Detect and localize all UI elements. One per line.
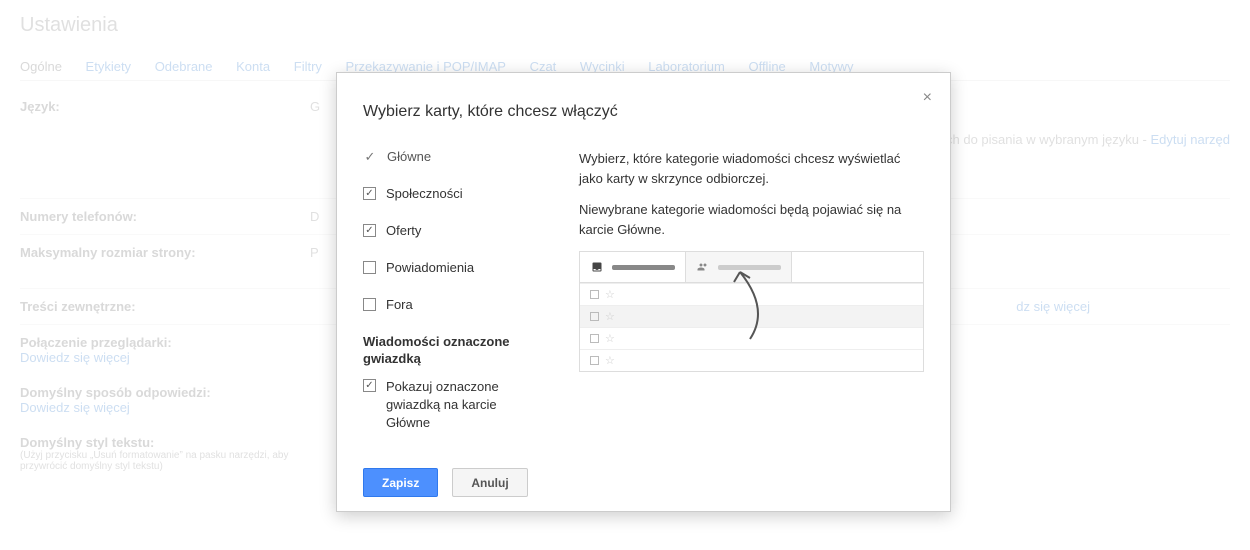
modal-right-column: Wybierz, które kategorie wiadomości chce… xyxy=(579,149,924,450)
save-button[interactable]: Zapisz xyxy=(363,468,438,497)
starred-option-label: Pokazuj oznaczone gwiazdką na karcie Głó… xyxy=(386,378,543,433)
preview-row: ☆ xyxy=(580,305,923,327)
starred-option[interactable]: Pokazuj oznaczone gwiazdką na karcie Głó… xyxy=(363,378,543,433)
cancel-button[interactable]: Anuluj xyxy=(452,468,527,497)
checkbox-promotions[interactable] xyxy=(363,224,376,237)
preview-row: ☆ xyxy=(580,327,923,349)
modal-desc-2: Niewybrane kategorie wiadomości będą poj… xyxy=(579,200,924,239)
preview-tab-active xyxy=(580,252,686,282)
inbox-icon xyxy=(590,261,604,273)
checkbox-social[interactable] xyxy=(363,187,376,200)
modal-title: Wybierz karty, które chcesz włączyć xyxy=(363,103,924,121)
checkmark-icon: ✓ xyxy=(363,150,377,164)
category-updates-label: Powiadomienia xyxy=(386,260,474,275)
modal-desc-1: Wybierz, które kategorie wiadomości chce… xyxy=(579,149,924,188)
modal-footer: Zapisz Anuluj xyxy=(363,468,924,497)
inbox-tabs-modal: × Wybierz karty, które chcesz włączyć ✓ … xyxy=(336,72,951,512)
category-forums-label: Fora xyxy=(386,297,413,312)
preview-tab-inactive xyxy=(686,252,792,282)
modal-left-column: ✓ Główne Społeczności Oferty Powiadomien… xyxy=(363,149,543,450)
checkbox-forums[interactable] xyxy=(363,298,376,311)
inbox-preview: ☆ ☆ ☆ ☆ xyxy=(579,251,924,372)
people-icon xyxy=(696,261,710,273)
starred-header: Wiadomości oznaczone gwiazdką xyxy=(363,334,543,368)
preview-row: ☆ xyxy=(580,349,923,371)
category-primary-label: Główne xyxy=(387,149,431,164)
checkbox-updates[interactable] xyxy=(363,261,376,274)
close-icon[interactable]: × xyxy=(923,89,932,107)
category-updates[interactable]: Powiadomienia xyxy=(363,260,543,275)
preview-tab-bar xyxy=(612,265,675,270)
category-promotions[interactable]: Oferty xyxy=(363,223,543,238)
category-forums[interactable]: Fora xyxy=(363,297,543,312)
checkbox-starred[interactable] xyxy=(363,379,376,392)
category-social[interactable]: Społeczności xyxy=(363,186,543,201)
preview-row: ☆ xyxy=(580,283,923,305)
category-social-label: Społeczności xyxy=(386,186,463,201)
preview-tab-bar xyxy=(718,265,781,270)
category-primary: ✓ Główne xyxy=(363,149,543,164)
category-promotions-label: Oferty xyxy=(386,223,421,238)
